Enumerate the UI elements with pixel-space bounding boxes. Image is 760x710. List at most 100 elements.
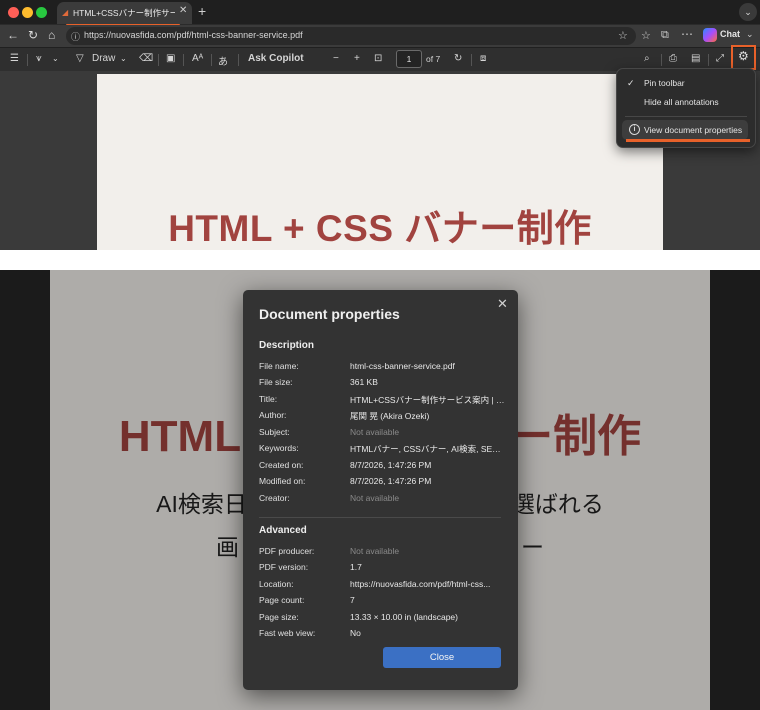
property-label: Creator:	[259, 493, 290, 503]
minimize-window-button[interactable]	[22, 7, 33, 18]
property-label: Modified on:	[259, 476, 306, 486]
save-icon[interactable]: ▤	[691, 53, 700, 64]
eraser-icon[interactable]: ⌫	[139, 53, 153, 64]
advanced-heading: Advanced	[259, 525, 307, 536]
page-total-label: of 7	[426, 54, 441, 64]
menu-item-pin-toolbar[interactable]: Pin toolbar	[644, 78, 685, 88]
property-label: Page count:	[259, 595, 305, 605]
property-value: Not available	[350, 493, 400, 503]
gear-icon: ⚙	[738, 49, 749, 63]
property-value: html-css-banner-service.pdf	[350, 361, 455, 371]
property-value: 8/7/2026, 1:47:26 PM	[350, 476, 432, 486]
property-value: 尾関 晃 (Akira Ozeki)	[350, 411, 430, 421]
highlight-icon[interactable]: ⩛	[36, 53, 42, 64]
close-button[interactable]: Close	[383, 647, 501, 668]
document-properties-dialog: Document properties ✕ Description File n…	[243, 290, 518, 690]
tab-close-icon[interactable]: ✕	[179, 5, 187, 16]
zoom-window-button[interactable]	[36, 7, 47, 18]
rotate-icon[interactable]: ↻	[454, 53, 462, 64]
toolbar-divider	[211, 54, 212, 66]
settings-menu: ✓ Pin toolbar Hide all annotations i Vie…	[616, 68, 756, 148]
property-value: https://nuovasfida.com/pdf/html-css...	[350, 579, 491, 589]
toolbar-divider	[183, 54, 184, 66]
browser-window: ◢ HTML+CSSバナー制作サービス案内 ✕ + ⌄ ← ↻ ⌂ ⓘ http…	[0, 0, 760, 250]
copilot-icon[interactable]	[703, 28, 717, 42]
property-value: 13.33 × 10.00 in (landscape)	[350, 612, 458, 622]
property-label: File name:	[259, 361, 299, 371]
url-text[interactable]: https://nuovasfida.com/pdf/html-css-bann…	[84, 30, 303, 40]
favorites-icon[interactable]: ☆	[641, 29, 651, 42]
toolbar-divider	[708, 54, 709, 66]
property-label: Subject:	[259, 427, 290, 437]
property-value: HTML+CSSバナー制作サービス案内 | N...	[350, 395, 505, 405]
property-label: Location:	[259, 579, 294, 589]
address-toolbar: ← ↻ ⌂ ⓘ https://nuovasfida.com/pdf/html-…	[0, 25, 760, 47]
ask-copilot-button[interactable]: Ask Copilot	[248, 53, 304, 64]
property-value: 7	[350, 595, 355, 605]
chat-button-label[interactable]: Chat	[720, 29, 740, 39]
draw-icon[interactable]: ▽	[76, 53, 84, 64]
pdf-favicon-icon: ◢	[62, 8, 69, 17]
refresh-icon[interactable]: ↻	[28, 28, 38, 42]
property-value: 1.7	[350, 562, 362, 572]
menu-item-hide-annotations[interactable]: Hide all annotations	[644, 97, 719, 107]
property-value: HTMLバナー, CSSバナー, AI検索, SEO, ...	[350, 444, 505, 454]
menu-divider	[625, 116, 747, 117]
checkmark-icon: ✓	[627, 78, 635, 88]
dialog-title: Document properties	[259, 306, 400, 322]
property-value: No	[350, 628, 361, 638]
read-aloud-icon[interactable]: Aᴬ	[192, 53, 203, 64]
translate-icon[interactable]: あ	[218, 53, 228, 68]
collections-icon[interactable]: ⧉	[661, 29, 669, 42]
description-heading: Description	[259, 340, 315, 351]
more-dots-icon[interactable]: ⋯	[681, 27, 693, 41]
menu-item-underline-highlight	[626, 139, 750, 142]
property-value: Not available	[350, 427, 400, 437]
page-number-input[interactable]: 1	[396, 50, 422, 68]
property-value: 361 KB	[350, 377, 378, 387]
highlight-chevron-icon[interactable]: ⌄	[52, 54, 59, 63]
site-info-icon[interactable]: ⓘ	[71, 30, 80, 43]
settings-button[interactable]: ⚙	[731, 45, 756, 70]
chat-chevron-icon[interactable]: ⌄	[746, 29, 754, 40]
fit-page-icon[interactable]: ⊡	[374, 53, 382, 64]
zoom-in-icon[interactable]: +	[354, 53, 360, 64]
print-icon[interactable]: ⎙	[669, 53, 677, 64]
text-box-icon[interactable]: ▣	[166, 53, 175, 64]
toolbar-divider	[158, 54, 159, 66]
close-icon[interactable]: ✕	[497, 296, 508, 312]
title-bar: ◢ HTML+CSSバナー制作サービス案内 ✕ + ⌄	[0, 0, 760, 24]
tab-active[interactable]: ◢ HTML+CSSバナー制作サービス案内 ✕	[57, 2, 192, 24]
page-view-icon[interactable]: ⧈	[480, 53, 486, 64]
property-label: PDF version:	[259, 562, 309, 572]
property-label: Title:	[259, 394, 278, 404]
tab-actions-chevron-icon[interactable]: ⌄	[739, 3, 757, 21]
search-icon[interactable]: ⌕	[644, 53, 650, 64]
toolbar-divider	[238, 54, 239, 66]
property-label: Fast web view:	[259, 628, 316, 638]
fullscreen-icon[interactable]: ⤢	[716, 53, 724, 64]
property-label: File size:	[259, 377, 293, 387]
property-value: Not available	[350, 546, 400, 556]
info-icon: i	[629, 124, 640, 135]
new-tab-button[interactable]: +	[198, 3, 206, 19]
back-arrow-icon[interactable]: ←	[7, 28, 19, 42]
tab-title: HTML+CSSバナー制作サービス案内	[73, 8, 175, 18]
favorite-star-icon[interactable]: ☆	[618, 29, 628, 42]
property-label: Created on:	[259, 460, 304, 470]
section-divider	[259, 517, 501, 518]
close-window-button[interactable]	[8, 7, 19, 18]
draw-chevron-icon[interactable]: ⌄	[120, 54, 127, 63]
property-value: 8/7/2026, 1:47:26 PM	[350, 460, 432, 470]
toolbar-divider	[27, 54, 28, 66]
menu-item-view-document-properties[interactable]: View document properties	[644, 125, 742, 135]
contents-list-icon[interactable]: ☰	[10, 53, 19, 64]
toolbar-divider	[661, 54, 662, 66]
zoom-out-icon[interactable]: −	[333, 53, 339, 64]
draw-label[interactable]: Draw	[92, 53, 115, 64]
document-properties-view: HTML ー制作 AI検索日 選ばれる 画ー Document properties…	[0, 270, 760, 710]
property-label: PDF producer:	[259, 546, 315, 556]
home-icon[interactable]: ⌂	[48, 28, 55, 42]
property-label: Keywords:	[259, 443, 299, 453]
property-label: Page size:	[259, 612, 299, 622]
